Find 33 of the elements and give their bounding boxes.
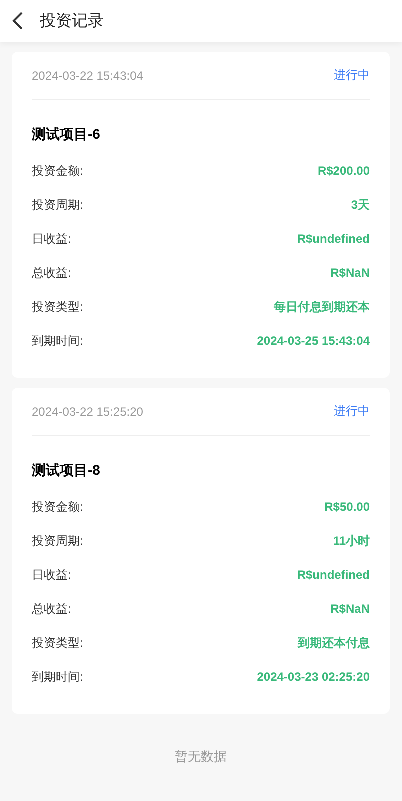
field-value: 到期还本付息: [298, 634, 370, 652]
empty-message: 暂无数据: [174, 748, 228, 766]
field-label: 投资类型:: [32, 634, 84, 652]
field-label: 投资周期:: [32, 196, 84, 214]
record-date: 2024-03-22 15:25:20: [32, 404, 144, 418]
field-value: 3天: [351, 196, 370, 214]
page-title: 投资记录: [40, 12, 104, 32]
field-value: 每日付息到期还本: [274, 298, 370, 316]
field-value: R$NaN: [330, 602, 370, 616]
record-date: 2024-03-22 15:43:04: [32, 68, 144, 82]
field-label: 到期时间:: [32, 668, 84, 686]
record-status: 进行中: [334, 403, 370, 420]
field-value: R$200.00: [318, 164, 370, 178]
field-label: 总收益:: [32, 264, 72, 282]
chevron-left-icon: [12, 11, 24, 31]
field-label: 投资金额:: [32, 162, 84, 180]
field-label: 投资类型:: [32, 298, 84, 316]
field-label: 到期时间:: [32, 332, 84, 350]
project-name: 测试项目-6: [32, 125, 102, 144]
field-value: 11小时: [333, 532, 370, 550]
field-value: 2024-03-25 15:43:04: [257, 334, 370, 348]
field-value: R$undefined: [297, 568, 370, 582]
record-status: 进行中: [334, 67, 370, 84]
project-name: 测试项目-8: [32, 461, 102, 480]
field-value: R$NaN: [330, 266, 370, 280]
field-label: 投资金额:: [32, 498, 84, 516]
field-value: R$undefined: [297, 232, 370, 246]
field-value: 2024-03-23 02:25:20: [257, 670, 370, 684]
field-label: 投资周期:: [32, 532, 84, 550]
field-label: 日收益:: [32, 230, 72, 248]
field-label: 日收益:: [32, 566, 72, 584]
field-label: 总收益:: [32, 600, 72, 618]
field-value: R$50.00: [324, 500, 370, 514]
